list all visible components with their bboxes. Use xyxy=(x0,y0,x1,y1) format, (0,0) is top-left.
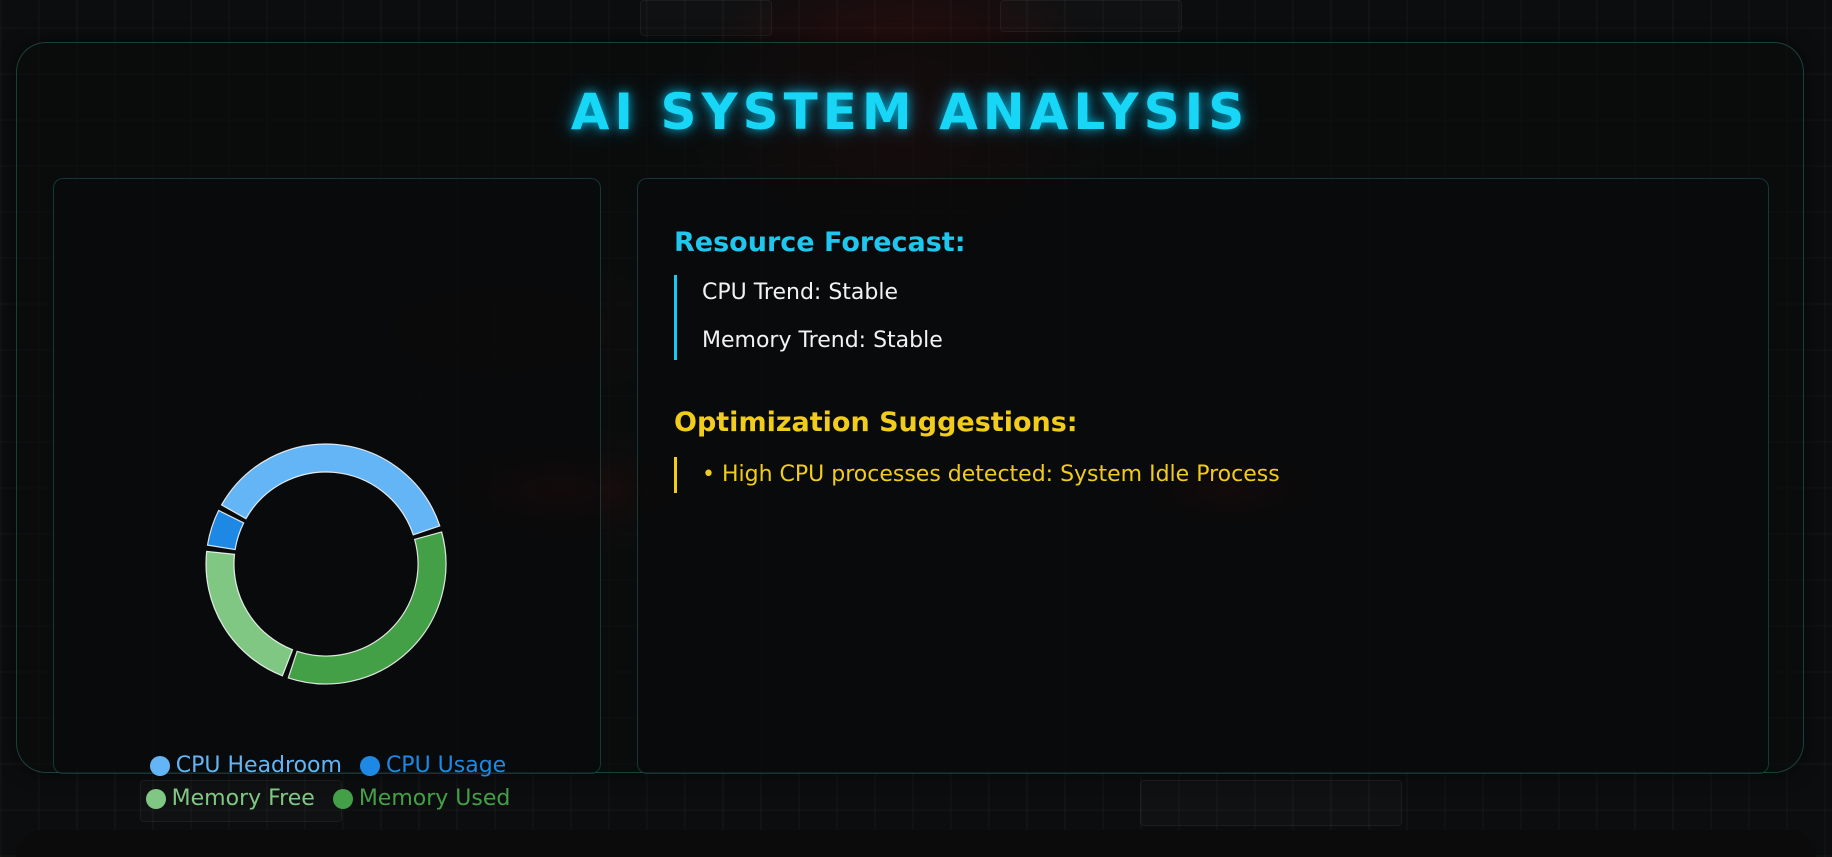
page-title: AI SYSTEM ANALYSIS xyxy=(570,83,1250,141)
donut-slice-memory-used[interactable] xyxy=(287,531,447,685)
suggestions-list: • High CPU processes detected: System Id… xyxy=(674,457,1280,493)
background-circuit-chip xyxy=(1000,0,1182,32)
forecast-list: CPU Trend: Stable Memory Trend: Stable xyxy=(674,275,943,360)
legend-label-memory-used: Memory Used xyxy=(358,786,511,811)
resource-donut-chart xyxy=(205,443,447,685)
legend-row: CPU Headroom CPU Usage xyxy=(54,749,602,782)
legend-item-cpu-usage[interactable]: CPU Usage xyxy=(359,753,507,778)
legend-item-memory-used[interactable]: Memory Used xyxy=(332,786,511,811)
analysis-panel: AI SYSTEM ANALYSIS CPU Headroom CPU Usag… xyxy=(16,42,1804,811)
background-circuit-chip xyxy=(640,0,772,36)
legend-swatch-memory-used xyxy=(332,788,353,809)
legend-item-cpu-headroom[interactable]: CPU Headroom xyxy=(149,753,342,778)
resource-forecast-title: Resource Forecast: xyxy=(674,227,966,258)
bottom-panel xyxy=(16,830,1816,857)
legend-swatch-cpu-headroom xyxy=(149,755,170,776)
chart-legend: CPU Headroom CPU Usage Memory Free Memor… xyxy=(54,749,602,815)
legend-label-cpu-headroom: CPU Headroom xyxy=(175,753,342,778)
legend-swatch-memory-free xyxy=(145,788,166,809)
insights-card: Resource Forecast: CPU Trend: Stable Mem… xyxy=(637,178,1769,774)
donut-slice-cpu-headroom[interactable] xyxy=(220,443,441,536)
donut-slice-cpu-usage[interactable] xyxy=(206,509,245,551)
memory-trend-text: Memory Trend: Stable xyxy=(702,328,943,353)
legend-row: Memory Free Memory Used xyxy=(54,782,602,815)
legend-label-memory-free: Memory Free xyxy=(171,786,315,811)
optimization-suggestions-title: Optimization Suggestions: xyxy=(674,407,1078,438)
suggestion-item: • High CPU processes detected: System Id… xyxy=(702,462,1280,487)
legend-item-memory-free[interactable]: Memory Free xyxy=(145,786,315,811)
cpu-trend-text: CPU Trend: Stable xyxy=(702,280,899,305)
resource-chart-card: CPU Headroom CPU Usage Memory Free Memor… xyxy=(53,178,601,811)
legend-label-cpu-usage: CPU Usage xyxy=(385,753,507,778)
background-circuit-chip xyxy=(1140,780,1402,826)
legend-swatch-cpu-usage xyxy=(359,755,380,776)
donut-slice-memory-free[interactable] xyxy=(205,550,294,677)
